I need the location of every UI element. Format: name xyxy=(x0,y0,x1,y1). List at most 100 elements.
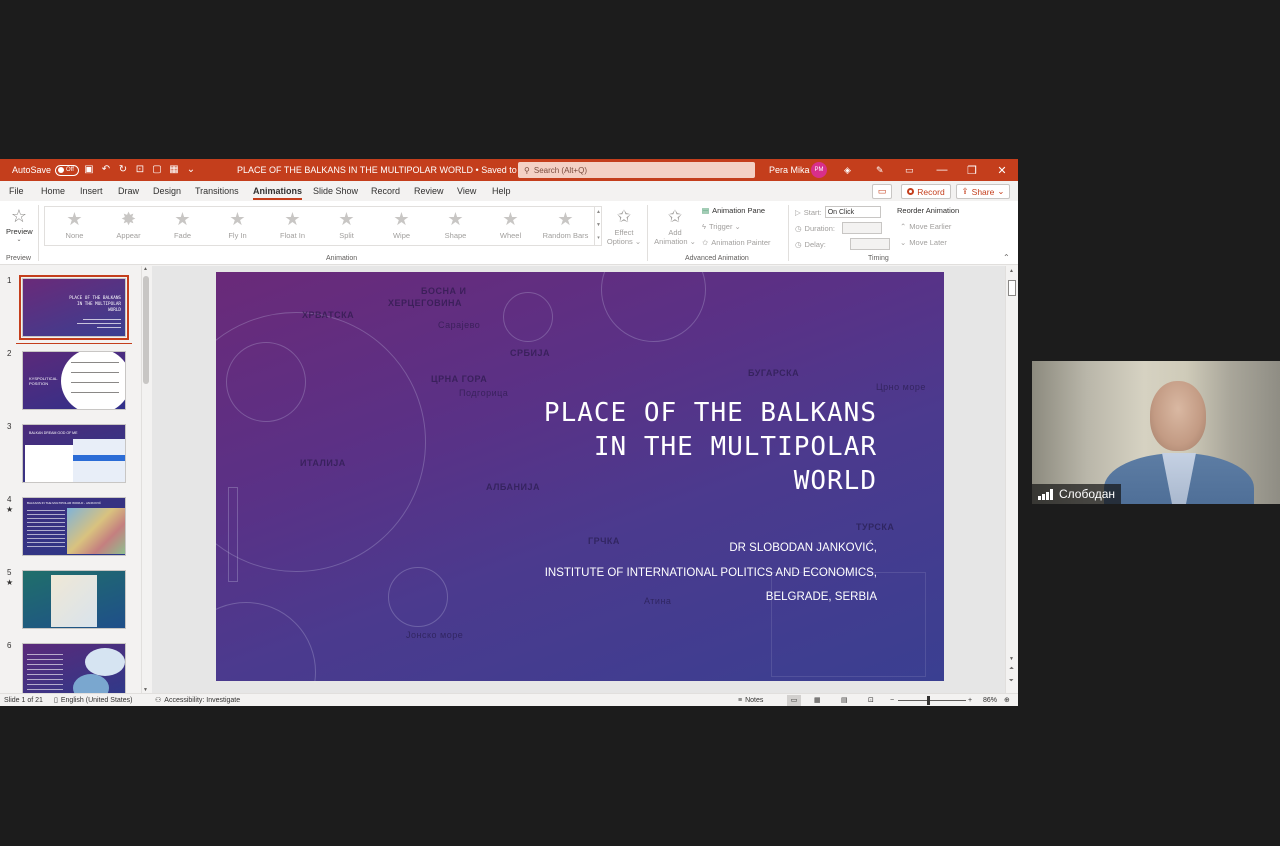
tab-transitions[interactable]: Transitions xyxy=(195,181,239,201)
new-file-icon[interactable]: ▢ xyxy=(150,163,164,177)
undo-icon[interactable]: ↶ xyxy=(99,163,113,177)
thumb-number: 6 xyxy=(7,641,12,650)
minimize-icon[interactable]: — xyxy=(927,159,957,181)
zoom-in-icon[interactable]: + xyxy=(968,695,972,706)
slide-subtitle[interactable]: DR SLOBODAN JANKOVIĆ, INSTITUTE OF INTER… xyxy=(457,536,877,610)
tab-animations[interactable]: Animations xyxy=(253,181,303,201)
collapse-ribbon-icon[interactable]: ⌃ xyxy=(1003,253,1010,262)
tab-home[interactable]: Home xyxy=(41,181,65,201)
ribbon-display-icon[interactable]: ▭ xyxy=(905,159,914,181)
animation-shape[interactable]: ★ Shape xyxy=(428,207,483,247)
next-slide-icon[interactable]: ⏷ xyxy=(1009,678,1014,685)
map-label: Сарајево xyxy=(438,320,481,330)
tab-review[interactable]: Review xyxy=(414,181,444,201)
preview-button[interactable]: ☆ Preview ⌄ xyxy=(6,205,33,243)
slide-thumbnail-4[interactable]: BALKANS IN THE MULTIPOLAR WORLD - JANKOV… xyxy=(22,497,126,556)
scrollbar-thumb[interactable] xyxy=(1008,280,1016,296)
previous-slide-icon[interactable]: ⏶ xyxy=(1009,666,1014,673)
participant-video-tile[interactable]: Слободан xyxy=(1032,361,1280,504)
user-name[interactable]: Pera Mika xyxy=(769,159,810,181)
animation-wheel[interactable]: ★ Wheel xyxy=(483,207,538,247)
chevron-down-icon[interactable]: ▼ xyxy=(595,219,602,232)
tab-view[interactable]: View xyxy=(457,181,476,201)
animation-fade[interactable]: ★ Fade xyxy=(155,207,210,247)
move-later-button[interactable]: ⌄ Move Later xyxy=(900,238,947,247)
normal-view-icon[interactable]: ▭ xyxy=(787,695,801,706)
share-button[interactable]: ⇪ Share ⌄ xyxy=(956,184,1010,199)
accessibility-icon: ⚇ xyxy=(155,697,162,704)
reading-view-icon[interactable]: ▤ xyxy=(841,695,848,706)
redo-icon[interactable]: ↻ xyxy=(116,163,130,177)
animation-none[interactable]: ★ None xyxy=(47,207,102,247)
slide-scrollbar[interactable]: ▲ ▼ ⏶ ⏷ xyxy=(1005,266,1018,693)
animation-random-bars[interactable]: ★ Random Bars xyxy=(538,207,593,247)
animation-fly-in[interactable]: ★ Fly In xyxy=(210,207,265,247)
zoom-level[interactable]: 86% xyxy=(983,695,997,706)
animation-pane-button[interactable]: ▤ Animation Pane xyxy=(702,206,765,215)
animation-split[interactable]: ★ Split xyxy=(319,207,374,247)
accessibility-indicator[interactable]: ⚇ Accessibility: Investigate xyxy=(155,695,240,706)
subtitle-line: INSTITUTE OF INTERNATIONAL POLITICS AND … xyxy=(544,566,877,579)
start-select[interactable]: On Click xyxy=(824,206,881,218)
scroll-up-icon[interactable]: ▲ xyxy=(1009,268,1014,274)
customize-icon[interactable]: ⌄ xyxy=(184,163,198,177)
comments-button[interactable]: ▭ xyxy=(872,184,892,199)
notes-button[interactable]: ≡ Notes xyxy=(738,695,763,706)
trigger-button[interactable]: ϟ Trigger ⌄ xyxy=(702,222,741,231)
slide-thumbnail-6[interactable] xyxy=(22,643,126,693)
pen-icon[interactable]: ✎ xyxy=(876,159,884,181)
autosave-control[interactable]: AutoSave Off xyxy=(12,159,80,181)
present-icon[interactable]: ⊡ xyxy=(133,163,147,177)
language-indicator[interactable]: ▯ English (United States) xyxy=(54,695,132,706)
thumb-line xyxy=(97,327,121,328)
tab-file[interactable]: File xyxy=(9,181,24,201)
zoom-slider-thumb[interactable] xyxy=(927,696,930,705)
tab-record[interactable]: Record xyxy=(371,181,400,201)
add-animation-label: Add xyxy=(668,228,682,237)
add-animation-button[interactable]: ✩ Add Animation ⌄ xyxy=(652,206,698,246)
record-button[interactable]: Record xyxy=(901,184,951,199)
animation-appear[interactable]: ✸ Appear xyxy=(101,207,156,247)
move-earlier-button[interactable]: ⌃ Move Earlier xyxy=(900,222,951,231)
layout-icon[interactable]: ▦ xyxy=(167,163,181,177)
slide-thumbnail-3[interactable]: BALKAN DREAM GOD OF ME xyxy=(22,424,126,483)
effect-options-button[interactable]: ✩ Effect Options ⌄ xyxy=(606,206,642,246)
diamond-icon[interactable]: ◈ xyxy=(844,159,851,181)
gallery-scroll[interactable]: ▲ ▼ ▾ xyxy=(594,206,602,246)
slide-thumbnail-1[interactable]: PLACE OF THE BALKANS IN THE MULTIPOLAR W… xyxy=(19,275,129,340)
ribbon-separator xyxy=(38,205,39,261)
close-icon[interactable]: ✕ xyxy=(987,159,1017,181)
document-title[interactable]: PLACE OF THE BALKANS IN THE MULTIPOLAR W… xyxy=(237,159,558,181)
avatar[interactable]: PM xyxy=(811,162,827,178)
tab-insert[interactable]: Insert xyxy=(80,181,103,201)
tab-help[interactable]: Help xyxy=(492,181,511,201)
animation-wipe[interactable]: ★ Wipe xyxy=(374,207,429,247)
search-box[interactable]: ⚲ Search (Alt+Q) xyxy=(518,162,755,178)
fit-slide-icon[interactable]: ⊕ xyxy=(1004,695,1010,706)
tab-slide-show[interactable]: Slide Show xyxy=(313,181,358,201)
tab-design[interactable]: Design xyxy=(153,181,181,201)
chevron-up-icon[interactable]: ▲ xyxy=(595,206,602,219)
slide-thumbnail-2[interactable]: KYSPOLITICAL POSITION xyxy=(22,351,126,410)
zoom-slider[interactable] xyxy=(898,700,966,701)
slideshow-icon[interactable]: ⊡ xyxy=(868,695,874,706)
save-icon[interactable]: ▣ xyxy=(82,163,96,177)
autosave-toggle[interactable]: Off xyxy=(55,164,80,176)
slide-title[interactable]: PLACE OF THE BALKANS IN THE MULTIPOLAR W… xyxy=(457,396,877,498)
delay-input[interactable] xyxy=(849,238,890,250)
scroll-up-icon[interactable]: ▲ xyxy=(143,266,148,272)
thumbnail-scrollbar[interactable]: ▲ ▼ xyxy=(141,266,150,693)
zoom-out-icon[interactable]: − xyxy=(890,695,894,706)
ribbon-separator xyxy=(788,205,789,261)
scrollbar-thumb[interactable] xyxy=(143,276,149,384)
slide-thumbnail-5[interactable] xyxy=(22,570,126,629)
duration-input[interactable] xyxy=(841,222,882,234)
current-slide[interactable]: БОСНА И ХЕРЦЕГОВИНА ХРВАТСКА Сарајево СР… xyxy=(216,272,944,681)
restore-icon[interactable]: ❐ xyxy=(957,159,987,181)
animation-painter-button[interactable]: ✩ Animation Painter xyxy=(702,238,771,247)
gallery-more-icon[interactable]: ▾ xyxy=(595,232,602,245)
slide-sorter-icon[interactable]: ▦ xyxy=(814,695,821,706)
scroll-down-icon[interactable]: ▼ xyxy=(1009,656,1014,662)
animation-float-in[interactable]: ★ Float In xyxy=(265,207,320,247)
tab-draw[interactable]: Draw xyxy=(118,181,139,201)
